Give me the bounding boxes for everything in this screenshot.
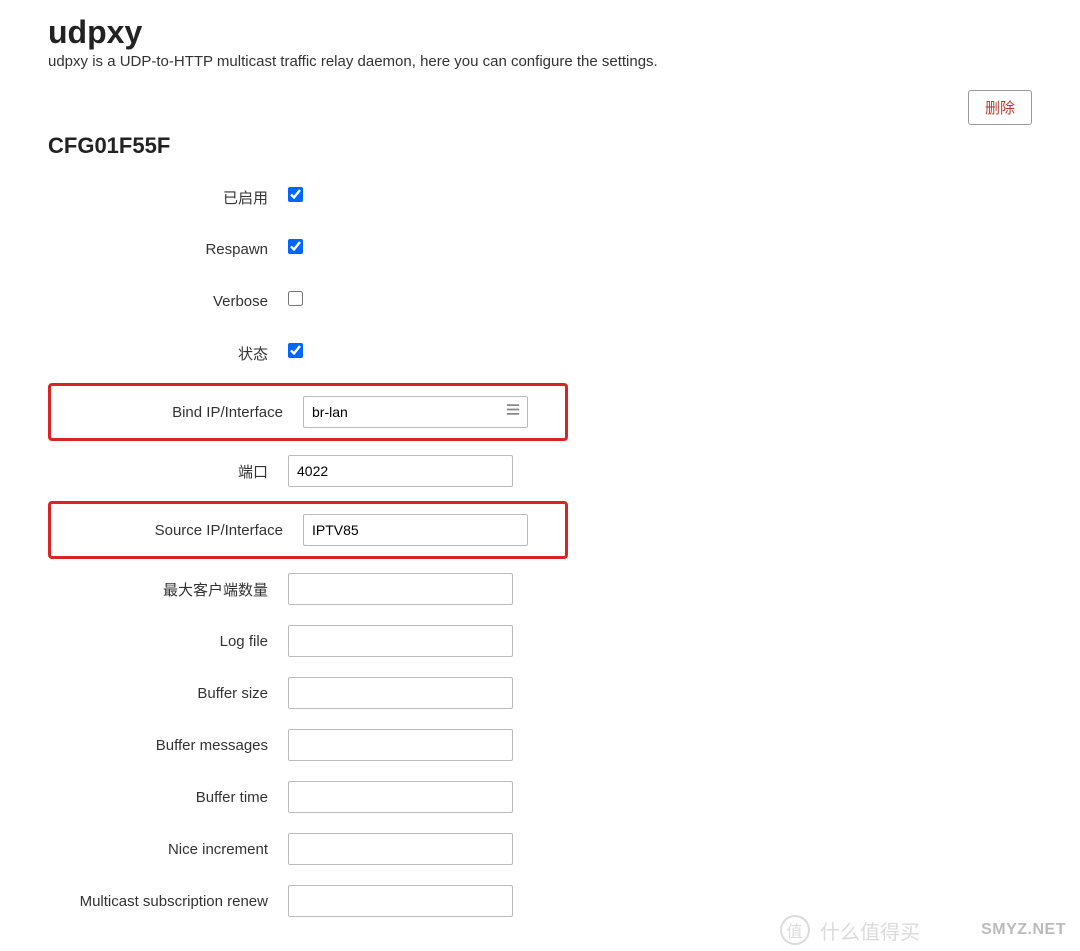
label-enabled: 已启用 (48, 187, 288, 208)
input-nice-increment[interactable] (288, 833, 513, 865)
row-nice-increment: Nice increment (48, 833, 1032, 865)
page-subtitle: udpxy is a UDP-to-HTTP multicast traffic… (48, 53, 1032, 70)
input-port[interactable] (288, 455, 513, 487)
input-multicast-renew[interactable] (288, 885, 513, 917)
row-buffer-size: Buffer size (48, 677, 1032, 709)
label-source-ip: Source IP/Interface (63, 522, 303, 539)
row-enabled: 已启用 (48, 181, 1032, 213)
input-buffer-size[interactable] (288, 677, 513, 709)
label-nice-increment: Nice increment (48, 841, 288, 858)
label-buffer-time: Buffer time (48, 789, 288, 806)
input-source-ip[interactable] (303, 514, 528, 546)
watermark-circle-icon: 值 (780, 915, 810, 945)
row-respawn: Respawn (48, 233, 1032, 265)
label-buffer-size: Buffer size (48, 685, 288, 702)
row-port: 端口 (48, 455, 1032, 487)
highlight-bind-ip: Bind IP/Interface (48, 383, 568, 441)
label-status: 状态 (48, 343, 288, 364)
row-status: 状态 (48, 337, 1032, 369)
watermark-text-1: 什么值得买 (820, 922, 920, 944)
input-buffer-time[interactable] (288, 781, 513, 813)
label-log-file: Log file (48, 633, 288, 650)
row-buffer-time: Buffer time (48, 781, 1032, 813)
highlight-source-ip: Source IP/Interface (48, 501, 568, 559)
page-title: udpxy (48, 14, 1032, 51)
row-log-file: Log file (48, 625, 1032, 657)
label-max-clients: 最大客户端数量 (48, 579, 288, 600)
label-respawn: Respawn (48, 241, 288, 258)
checkbox-verbose[interactable] (288, 291, 303, 306)
row-source-ip: Source IP/Interface (48, 501, 1032, 559)
watermark-smyz: SMYZ.NET (981, 921, 1066, 939)
label-bind-ip: Bind IP/Interface (63, 404, 303, 421)
row-max-clients: 最大客户端数量 (48, 573, 1032, 605)
input-bind-ip[interactable] (303, 396, 528, 428)
label-buffer-messages: Buffer messages (48, 737, 288, 754)
watermark-smzdm: 值 什么值得买 (780, 915, 920, 945)
label-multicast-renew: Multicast subscription renew (48, 893, 288, 910)
label-port: 端口 (48, 461, 288, 482)
row-buffer-messages: Buffer messages (48, 729, 1032, 761)
row-verbose: Verbose (48, 285, 1032, 317)
delete-button[interactable]: 删除 (968, 90, 1032, 125)
checkbox-enabled[interactable] (288, 187, 303, 202)
section-id-title: CFG01F55F (48, 133, 1032, 159)
row-bind-ip: Bind IP/Interface (48, 383, 1032, 441)
checkbox-status[interactable] (288, 343, 303, 358)
row-multicast-renew: Multicast subscription renew (48, 885, 1032, 917)
input-buffer-messages[interactable] (288, 729, 513, 761)
checkbox-respawn[interactable] (288, 239, 303, 254)
input-max-clients[interactable] (288, 573, 513, 605)
input-log-file[interactable] (288, 625, 513, 657)
label-verbose: Verbose (48, 293, 288, 310)
